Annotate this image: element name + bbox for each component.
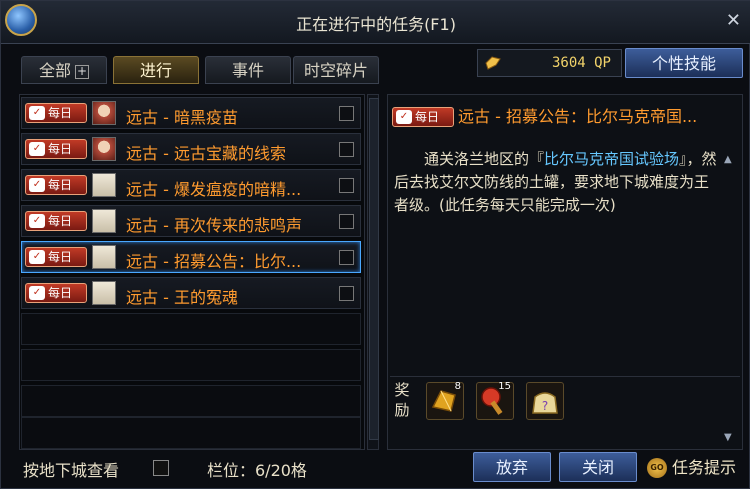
daily-badge-label: 每日 — [415, 110, 440, 124]
close-icon[interactable]: ✕ — [726, 10, 741, 31]
daily-badge: ✓ 每日 — [25, 103, 87, 123]
quest-name: 远古 - 远古宝藏的线索 — [126, 144, 286, 163]
quest-list: ✓ 每日 远古 - 暗黑疫苗 ✓ 每日 远古 - 远古宝藏的线索 ✓ 每日 远古 - … — [19, 94, 365, 450]
qp-display: 3604 QP — [477, 49, 622, 77]
tab-all-label: 全部 — [38, 61, 71, 80]
empty-quest-slot — [21, 385, 361, 417]
quest-row-selected[interactable]: ✓ 每日 远古 - 招募公告：比尔... — [21, 241, 361, 273]
quest-list-scrollbar[interactable] — [367, 94, 379, 450]
scroll-down-icon[interactable]: ▼ — [724, 433, 734, 443]
empty-quest-slot — [21, 417, 361, 449]
quest-track-checkbox[interactable] — [339, 250, 354, 265]
quest-track-checkbox[interactable] — [339, 142, 354, 157]
reward-count: 15 — [498, 381, 511, 392]
quest-name: 远古 - 再次传来的悲鸣声 — [126, 216, 302, 235]
reward-item[interactable]: 15 — [476, 381, 514, 420]
reward-count: 8 — [454, 381, 461, 392]
quest-row[interactable]: ✓ 每日 远古 - 暗黑疫苗 — [21, 97, 361, 129]
mystery-bag-icon: ? — [532, 392, 558, 414]
quest-name: 远古 - 王的冤魂 — [126, 288, 238, 307]
daily-badge-label: 每日 — [48, 142, 73, 156]
daily-badge-label: 每日 — [48, 178, 73, 192]
daily-mark-icon: ✓ — [29, 214, 45, 228]
quest-hint-button[interactable]: GO 任务提示 — [645, 453, 747, 483]
daily-badge-label: 每日 — [48, 106, 73, 120]
quest-detail-panel: ✓ 每日 远古 - 招募公告：比尔马克帝国... ▲ ▼ 通关洛兰地区的『比尔马克帝… — [387, 94, 743, 450]
portrait-icon — [92, 137, 116, 161]
scroll-icon — [92, 173, 116, 197]
quest-hint-label: 任务提示 — [672, 458, 737, 477]
dungeon-link[interactable]: 比尔马克帝国试验场 — [544, 150, 679, 168]
qp-value: 3604 QP — [551, 55, 611, 71]
tab-all[interactable]: 全部 + — [21, 56, 107, 84]
daily-badge: ✓ 每日 — [25, 283, 87, 303]
daily-badge: ✓ 每日 — [25, 211, 87, 231]
scroll-icon — [92, 281, 116, 305]
quest-row[interactable]: ✓ 每日 远古 - 远古宝藏的线索 — [21, 133, 361, 165]
daily-badge-label: 每日 — [48, 250, 73, 264]
daily-mark-icon: ✓ — [396, 110, 412, 124]
scrollbar-thumb[interactable] — [369, 98, 379, 440]
quest-row[interactable]: ✓ 每日 远古 - 爆发瘟疫的暗精... — [21, 169, 361, 201]
daily-badge: ✓ 每日 — [392, 107, 454, 127]
reward-item[interactable]: ? — [526, 382, 564, 420]
title-bar[interactable]: 正在进行中的任务(F1) ✕ — [1, 1, 750, 44]
rewards-section: 奖励 8 15 ? — [390, 376, 740, 427]
scroll-icon — [92, 209, 116, 233]
detail-title: ✓ 每日 远古 - 招募公告：比尔马克帝国... — [392, 104, 697, 128]
abandon-button[interactable]: 放弃 — [473, 452, 551, 482]
quest-row[interactable]: ✓ 每日 远古 - 再次传来的悲鸣声 — [21, 205, 361, 237]
daily-mark-icon: ✓ — [29, 106, 45, 120]
quest-track-checkbox[interactable] — [339, 214, 354, 229]
scroll-icon — [92, 245, 116, 269]
quest-description: 通关洛兰地区的『比尔马克帝国试验场』，然后去找艾尔文防线的土罐，要求地下城难度为… — [394, 148, 720, 217]
quest-name: 远古 - 爆发瘟疫的暗精... — [126, 180, 302, 199]
daily-badge: ✓ 每日 — [25, 175, 87, 195]
quest-track-checkbox[interactable] — [339, 178, 354, 193]
close-button[interactable]: 关闭 — [559, 452, 637, 482]
daily-mark-icon: ✓ — [29, 178, 45, 192]
go-icon: GO — [647, 458, 667, 478]
reward-item[interactable]: 8 — [426, 381, 464, 420]
daily-badge: ✓ 每日 — [25, 139, 87, 159]
daily-mark-icon: ✓ — [29, 250, 45, 264]
dungeon-view-checkbox[interactable] — [153, 460, 169, 476]
quest-row[interactable]: ✓ 每日 远古 - 王的冤魂 — [21, 277, 361, 309]
svg-text:?: ? — [542, 399, 548, 413]
tab-events[interactable]: 事件 — [205, 56, 291, 84]
desc-text-pre: 通关洛兰地区的『 — [394, 150, 545, 168]
daily-badge-label: 每日 — [48, 214, 73, 228]
rewards-label: 奖励 — [394, 381, 410, 419]
daily-badge-label: 每日 — [48, 286, 73, 300]
detail-quest-name: 远古 - 招募公告：比尔马克帝国... — [458, 107, 698, 126]
qp-coin-icon — [485, 56, 501, 70]
quest-name: 远古 - 暗黑疫苗 — [126, 108, 238, 127]
scroll-up-icon[interactable]: ▲ — [724, 155, 734, 165]
quest-window: 正在进行中的任务(F1) ✕ 全部 + 进行 事件 时空碎片 3604 QP 个性… — [0, 0, 750, 489]
empty-quest-slot — [21, 313, 361, 345]
expand-plus-icon[interactable]: + — [75, 64, 89, 79]
quest-name: 远古 - 招募公告：比尔... — [126, 252, 302, 271]
tab-time-fragments[interactable]: 时空碎片 — [293, 56, 379, 84]
daily-mark-icon: ✓ — [29, 286, 45, 300]
empty-quest-slot — [21, 349, 361, 381]
daily-badge: ✓ 每日 — [25, 247, 87, 267]
quest-track-checkbox[interactable] — [339, 106, 354, 121]
dungeon-view-label: 按地下城查看 — [23, 461, 120, 480]
portrait-icon — [92, 101, 116, 125]
slots-label: 栏位：6/20格 — [207, 461, 307, 480]
personal-skill-button[interactable]: 个性技能 — [625, 48, 743, 78]
tab-in-progress[interactable]: 进行 — [113, 56, 199, 84]
window-title: 正在进行中的任务(F1) — [296, 15, 456, 34]
daily-mark-icon: ✓ — [29, 142, 45, 156]
quest-track-checkbox[interactable] — [339, 286, 354, 301]
